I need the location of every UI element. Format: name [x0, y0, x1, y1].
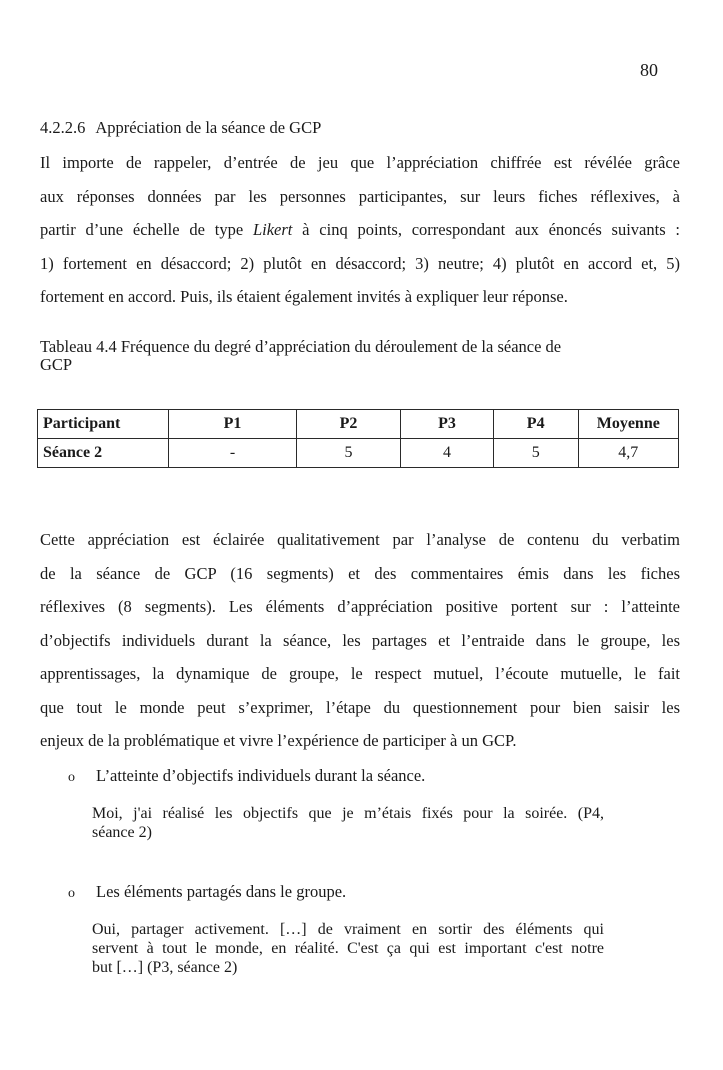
bullet-item: o L’atteinte d’objectifs individuels dura…	[68, 766, 425, 786]
header-cell: Participant	[36, 409, 170, 439]
table-cell: -	[168, 438, 297, 468]
paragraph-line: apprentissages, la dynamique de groupe, …	[40, 664, 680, 683]
block-quote: Oui, partager activement. […] de vraimen…	[92, 920, 604, 977]
analysis-paragraph: Cette appréciation est éclairée qualitat…	[40, 523, 680, 758]
header-cell: P2	[295, 409, 402, 439]
header-cell: P1	[168, 409, 297, 439]
quote-line: servent à tout le monde, en réalité. C'e…	[92, 940, 604, 957]
quote-line: but […] (P3, séance 2)	[92, 959, 238, 976]
bullet-circle-icon: o	[68, 770, 75, 785]
row-label: Séance 2	[36, 438, 170, 468]
paragraph-line: que tout le monde peut s’exprimer, l’éta…	[40, 697, 680, 717]
table-cell: 4	[400, 438, 494, 468]
bullet-text: Les éléments partagés dans le groupe.	[96, 882, 347, 901]
paragraph-line: Il importe de rappeler, d’entrée de jeu …	[40, 153, 680, 172]
header-cell: P3	[400, 409, 494, 439]
caption-line: GCP	[40, 355, 73, 374]
table-cell: 5	[492, 438, 579, 468]
page-number: 80	[640, 60, 658, 80]
table-header-row: Participant P1 P2 P3 P4 Moyenne	[36, 409, 680, 439]
quote-line: Moi, j'ai réalisé les objectifs que je m…	[92, 805, 604, 822]
line-rest: à cinq points, correspondant aux énoncés…	[292, 220, 680, 239]
appreciation-table: Participant P1 P2 P3 P4 Moyenne Séance 2…	[36, 409, 680, 468]
intro-paragraph: Il importe de rappeler, d’entrée de jeu …	[40, 146, 680, 314]
table-row: Séance 2 - 5 4 5 4,7	[36, 438, 680, 468]
paragraph-line: fortement en accord. Puis, ils étaient é…	[40, 287, 568, 306]
paragraph-line: réflexives (8 segments). Les éléments d’…	[40, 597, 680, 616]
bullet-circle-icon: o	[68, 886, 75, 901]
caption-line: Tableau 4.4 Fréquence du degré d’appréci…	[40, 337, 562, 356]
table-cell: 5	[295, 438, 402, 468]
paragraph-line: aux réponses données par les personnes p…	[40, 186, 680, 206]
table-cell: 4,7	[577, 438, 680, 468]
section-heading: 4.2.2.6 Appréciation de la séance de GCP	[40, 118, 321, 138]
block-quote: Moi, j'ai réalisé les objectifs que je m…	[92, 804, 604, 842]
header-cell: Moyenne	[577, 409, 680, 439]
quote-line: Oui, partager activement. […] de vraimen…	[92, 921, 604, 938]
bullet-item: o Les éléments partagés dans le groupe.	[68, 882, 346, 902]
bullet-text: L’atteinte d’objectifs individuels duran…	[96, 766, 426, 785]
paragraph-line: 1) fortement en désaccord; 2) plutôt en …	[40, 253, 680, 273]
paragraph-line: de la séance de GCP (16 segments) et des…	[40, 563, 680, 583]
table-caption: Tableau 4.4 Fréquence du degré d’appréci…	[40, 338, 680, 374]
section-number: 4.2.2.6	[40, 118, 86, 137]
paragraph-line: Cette appréciation est éclairée qualitat…	[40, 530, 680, 549]
line-start: partir d’une échelle de type	[40, 220, 253, 239]
paragraph-line: d’objectifs individuels durant la séance…	[40, 630, 680, 650]
section-title: Appréciation de la séance de GCP	[95, 118, 322, 137]
paragraph-line: enjeux de la problématique et vivre l’ex…	[40, 731, 517, 750]
quote-line: séance 2)	[92, 824, 152, 841]
likert-term: Likert	[252, 220, 293, 239]
paragraph-line: partir d’une échelle de type Likert à ci…	[40, 213, 680, 247]
header-cell: P4	[492, 409, 579, 439]
